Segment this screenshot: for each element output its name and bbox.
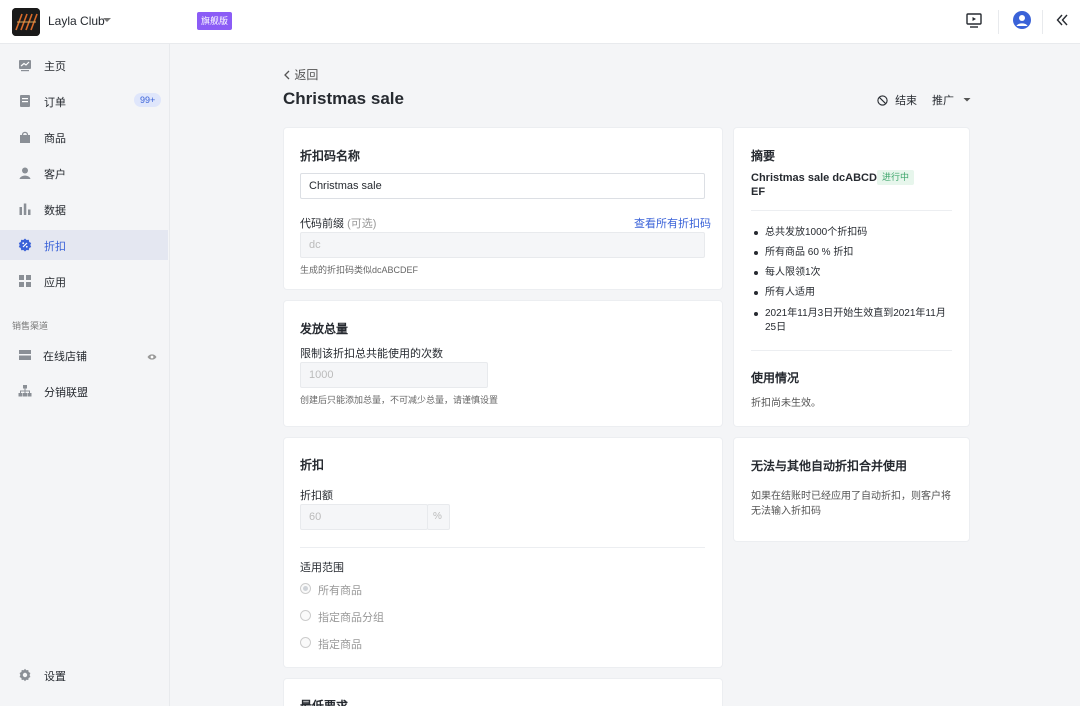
scope-radio-product[interactable] — [300, 637, 311, 648]
view-all-codes-link[interactable]: 查看所有折扣码 — [634, 215, 711, 231]
summary-code-title: Christmas sale dcABCD EF — [751, 172, 877, 198]
end-label: 结束 — [895, 95, 918, 107]
promote-dropdown[interactable]: 推广 — [932, 92, 971, 108]
quantity-input[interactable]: 1000 — [300, 362, 488, 388]
prefix-hint: 生成的折扣码类似dcABCDEF — [300, 265, 419, 275]
summary-bullet: 每人限领1次 — [752, 266, 952, 280]
affiliate-icon — [18, 384, 32, 398]
sidebar-item-settings[interactable]: 设置 — [0, 660, 168, 690]
chevron-down-icon — [963, 98, 971, 102]
sales-channels-label: 销售渠道 — [12, 321, 49, 331]
gear-icon — [18, 668, 32, 682]
sidebar-item-customers[interactable]: 客户 — [0, 158, 168, 188]
prefix-input[interactable]: dc — [300, 232, 705, 258]
quantity-hint: 创建后只能添加总量，不可减少总量，请谨慎设置 — [300, 395, 499, 405]
collapse-icon[interactable] — [1056, 14, 1068, 29]
amount-input[interactable]: 60 — [300, 504, 428, 530]
quantity-title: 发放总量 — [300, 322, 349, 336]
scope-option-label: 所有商品 — [318, 585, 362, 597]
sidebar-item-products[interactable]: 商品 — [0, 122, 168, 152]
sidebar-item-label: 折扣 — [44, 241, 66, 253]
amount-label: 折扣额 — [300, 490, 333, 502]
status-badge: 进行中 — [877, 170, 915, 185]
prefix-optional-text: (可选) — [347, 218, 377, 230]
quantity-label: 限制该折扣总共能使用的次数 — [300, 348, 443, 360]
sidebar-item-label: 应用 — [44, 277, 66, 289]
topbar-divider — [998, 10, 999, 34]
sidebar-item-label: 客户 — [44, 169, 66, 181]
sidebar-item-affiliate[interactable]: 分销联盟 — [0, 376, 168, 406]
order-count-badge: 99+ — [134, 93, 162, 107]
sidebar-item-apps[interactable]: 应用 — [0, 266, 168, 296]
data-bars-icon — [18, 202, 32, 216]
summary-heading: 摘要 — [751, 149, 776, 163]
scope-label: 适用范围 — [300, 562, 344, 574]
store-name[interactable]: Layla Club — [48, 14, 105, 28]
promote-label: 推广 — [932, 95, 954, 107]
apps-grid-icon — [18, 274, 32, 288]
scope-radio-all[interactable] — [300, 583, 311, 594]
page-title: Christmas sale — [283, 89, 404, 108]
store-dropdown-caret-icon[interactable] — [103, 18, 111, 22]
sidebar-item-label: 分销联盟 — [44, 387, 88, 399]
summary-divider — [751, 350, 952, 351]
store-logo[interactable] — [12, 8, 40, 36]
sidebar-item-label: 设置 — [44, 671, 66, 683]
sidebar: 主页 订单 99+ 商品 客户 数据 折扣 应用 销售渠道 在线店铺 分销联盟 … — [0, 44, 170, 706]
sidebar-item-data[interactable]: 数据 — [0, 194, 168, 224]
scope-radio-collection[interactable] — [300, 610, 311, 621]
sidebar-item-label: 在线店铺 — [43, 351, 87, 363]
discount-divider — [300, 547, 705, 548]
top-bar: Layla Club 旗舰版 — [0, 0, 1080, 44]
eye-icon[interactable] — [147, 350, 157, 364]
sidebar-item-discounts[interactable]: 折扣 — [0, 230, 168, 260]
discount-card — [284, 438, 722, 667]
topbar-divider — [1042, 10, 1043, 34]
summary-bullet: 2021年11月3日开始生效直到2021年11月25日 — [752, 307, 952, 335]
end-discount-button[interactable]: 结束 — [877, 92, 917, 108]
scope-option-label: 指定商品 — [318, 639, 362, 651]
chevron-left-icon — [284, 70, 290, 80]
preview-screen-icon[interactable] — [966, 13, 982, 31]
home-chart-icon — [18, 58, 32, 72]
sidebar-item-label: 订单 — [44, 97, 66, 109]
storefront-icon — [18, 348, 32, 362]
code-name-title: 折扣码名称 — [300, 149, 361, 163]
scope-option-label: 指定商品分组 — [318, 612, 384, 624]
usage-text: 折扣尚未生效。 — [751, 398, 821, 409]
min-requirement-card — [284, 679, 722, 706]
combine-text: 如果在结账时已经应用了自动折扣，则客户将无法输入折扣码 — [751, 491, 951, 517]
code-name-input[interactable]: Christmas sale — [300, 173, 705, 199]
prefix-label-text: 代码前缀 — [300, 218, 344, 230]
min-requirement-title: 最低要求 — [300, 699, 349, 706]
combine-heading: 无法与其他自动折扣合并使用 — [751, 459, 908, 473]
product-bag-icon — [18, 130, 32, 144]
sidebar-item-label: 商品 — [44, 133, 66, 145]
summary-bullet: 所有人适用 — [752, 286, 952, 300]
usage-heading: 使用情况 — [751, 371, 800, 385]
summary-bullet: 总共发放1000个折扣码 — [752, 226, 952, 240]
summary-divider — [751, 210, 952, 211]
discount-icon — [18, 238, 32, 252]
sidebar-item-home[interactable]: 主页 — [0, 50, 168, 80]
plan-badge: 旗舰版 — [197, 12, 233, 30]
prefix-label: 代码前缀 (可选) — [300, 215, 376, 231]
sidebar-item-label: 数据 — [44, 205, 66, 217]
ban-icon — [877, 95, 888, 106]
summary-bullet: 所有商品 60 % 折扣 — [752, 246, 952, 260]
back-label: 返回 — [294, 68, 319, 82]
user-avatar-icon[interactable] — [1013, 11, 1031, 32]
back-link[interactable]: 返回 — [283, 66, 318, 83]
sidebar-item-orders[interactable]: 订单 99+ — [0, 86, 168, 116]
percent-suffix: % — [427, 504, 450, 530]
discount-title: 折扣 — [300, 458, 325, 472]
sidebar-item-label: 主页 — [44, 61, 66, 73]
sidebar-item-online-store[interactable]: 在线店铺 — [0, 340, 168, 370]
customer-icon — [18, 166, 32, 180]
order-icon — [18, 94, 32, 108]
